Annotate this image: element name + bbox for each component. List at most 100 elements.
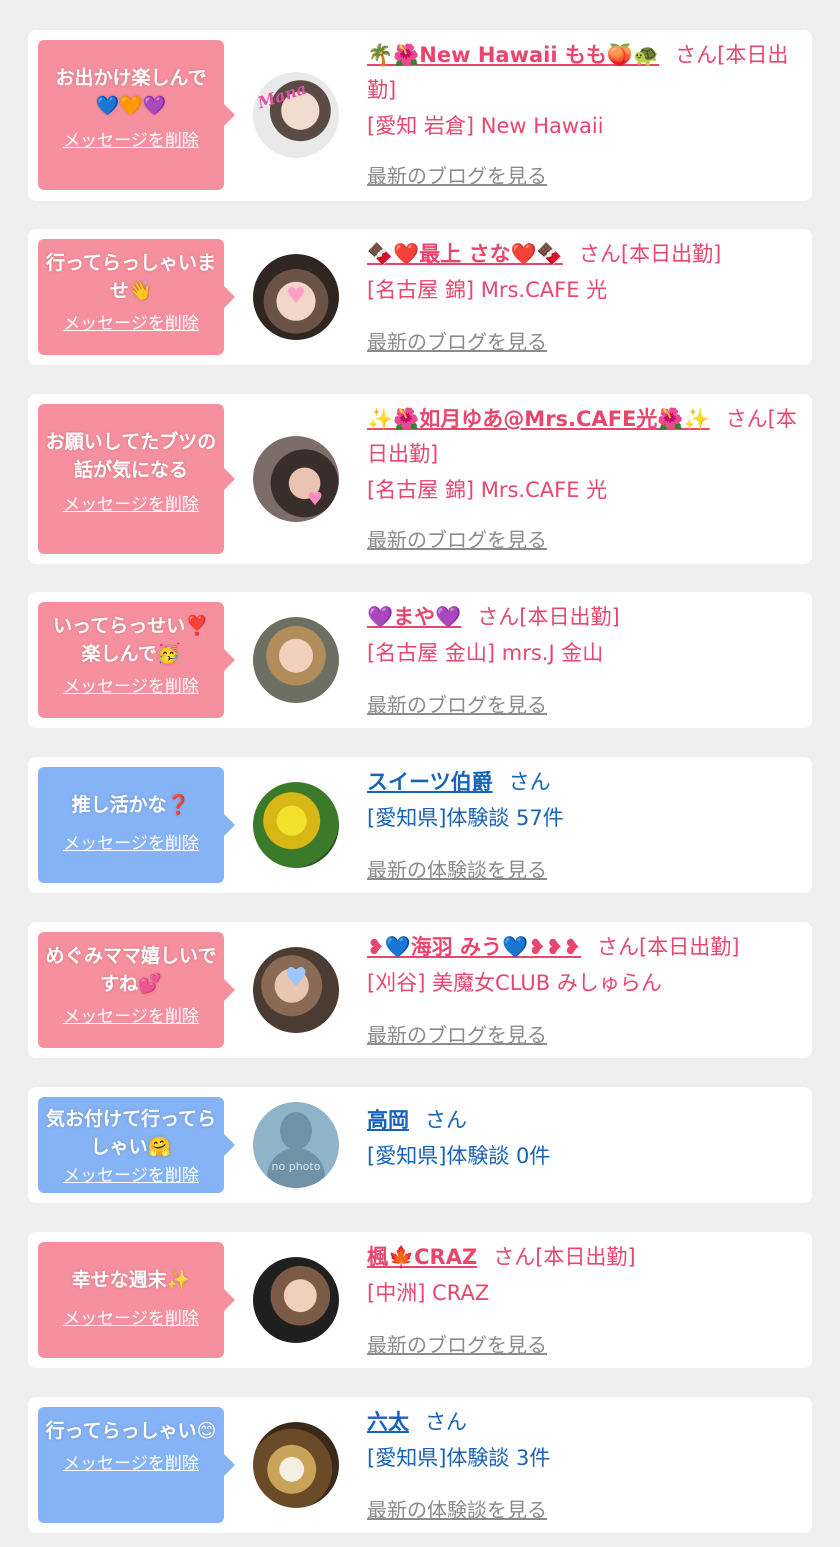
store-info: [愛知県]体験談 0件 bbox=[367, 1144, 551, 1168]
name-suffix: さん[本日出勤] bbox=[477, 605, 620, 629]
avatar-silhouette bbox=[280, 1112, 312, 1150]
user-info: 🍫❤️最上 さな❤️🍫 さん[本日出勤] [名古屋 錦] Mrs.CAFE 光 bbox=[367, 237, 797, 308]
store-info: [愛知県]体験談 3件 bbox=[367, 1446, 551, 1470]
user-info: ❥💙海羽 みう💙❥❥❥ さん[本日出勤] [刈谷] 美魔女CLUB みしゅらん bbox=[367, 930, 797, 1001]
message-card: 行ってらっしゃい😊 メッセージを削除 六太 さん [愛知県]体験談 3件 最新の体… bbox=[28, 1397, 812, 1533]
message-text: いってらっせい❣️楽しんで🥳 bbox=[53, 615, 209, 665]
profile-name-link[interactable]: 🍫❤️最上 さな❤️🍫 bbox=[367, 242, 563, 266]
name-line: 高岡 さん bbox=[367, 1103, 797, 1138]
message-bubble: 推し活かな❓ メッセージを削除 bbox=[38, 767, 235, 883]
user-info: 楓🍁CRAZ さん[本日出勤] [中洲] CRAZ bbox=[367, 1240, 797, 1311]
latest-blog-link[interactable]: 最新のブログを見る bbox=[367, 326, 547, 355]
avatar-logo-decoration: Mana bbox=[255, 78, 309, 113]
user-info: 💜まや💜 さん[本日出勤] [名古屋 金山] mrs.J 金山 bbox=[367, 600, 797, 671]
name-line: スイーツ伯爵 さん bbox=[367, 765, 797, 800]
message-bubble: いってらっせい❣️楽しんで🥳 メッセージを削除 bbox=[38, 602, 235, 718]
message-text: 行ってらっしゃいませ👋 bbox=[45, 252, 217, 302]
avatar[interactable]: ♥ bbox=[253, 947, 339, 1033]
name-line: 🌴🌺New Hawaii もも🍑🐢 さん[本日出勤] bbox=[367, 38, 797, 108]
delete-message-link[interactable]: メッセージを削除 bbox=[44, 1165, 218, 1187]
name-line: 楓🍁CRAZ さん[本日出勤] bbox=[367, 1240, 797, 1275]
profile-name-link[interactable]: 💜まや💜 bbox=[367, 605, 461, 629]
profile-name-link[interactable]: ❥💙海羽 みう💙❥❥❥ bbox=[367, 935, 581, 959]
message-card: 行ってらっしゃいませ👋 メッセージを削除 ♥ 🍫❤️最上 さな❤️🍫 さん[本日出… bbox=[28, 229, 812, 365]
user-info: 🌴🌺New Hawaii もも🍑🐢 さん[本日出勤] [愛知 岩倉] New Ha… bbox=[367, 38, 797, 144]
latest-review-link[interactable]: 最新の体験談を見る bbox=[367, 1494, 547, 1523]
store-info: [名古屋 錦] Mrs.CAFE 光 bbox=[367, 278, 608, 302]
name-suffix: さん bbox=[425, 1108, 467, 1132]
message-bubble: 行ってらっしゃいませ👋 メッセージを削除 bbox=[38, 239, 235, 355]
delete-message-link[interactable]: メッセージを削除 bbox=[44, 676, 218, 698]
message-text: 推し活かな❓ bbox=[71, 794, 191, 816]
name-line: 💜まや💜 さん[本日出勤] bbox=[367, 600, 797, 635]
name-line: ❥💙海羽 みう💙❥❥❥ さん[本日出勤] bbox=[367, 930, 797, 965]
user-info: 六太 さん [愛知県]体験談 3件 bbox=[367, 1405, 797, 1476]
avatar[interactable]: no photo bbox=[253, 1102, 339, 1188]
profile-name-link[interactable]: 高岡 bbox=[367, 1108, 409, 1132]
store-info: [刈谷] 美魔女CLUB みしゅらん bbox=[367, 971, 662, 995]
latest-blog-link[interactable]: 最新のブログを見る bbox=[367, 1019, 547, 1048]
message-card: 幸せな週末✨ メッセージを削除 楓🍁CRAZ さん[本日出勤] [中洲] CRAZ… bbox=[28, 1232, 812, 1368]
message-card: 気お付けて行ってらしゃい🤗 メッセージを削除 no photo 高岡 さん [愛知… bbox=[28, 1087, 812, 1203]
profile-name-link[interactable]: ✨🌺如月ゆあ@Mrs.CAFE光🌺✨ bbox=[367, 407, 710, 431]
message-text: 行ってらっしゃい😊 bbox=[45, 1420, 217, 1442]
message-list: お出かけ楽しんで💙🧡💜 メッセージを削除 Mana 🌴🌺New Hawaii も… bbox=[0, 0, 840, 1547]
avatar[interactable]: Mana bbox=[253, 72, 339, 158]
message-bubble: 気お付けて行ってらしゃい🤗 メッセージを削除 bbox=[38, 1097, 235, 1193]
heart-sticker-icon: ♥ bbox=[284, 963, 308, 993]
message-text: お願いしてたブツの話が気になる bbox=[45, 431, 217, 481]
message-text: 幸せな週末✨ bbox=[71, 1269, 191, 1291]
message-text: お出かけ楽しんで💙🧡💜 bbox=[55, 67, 207, 117]
avatar[interactable]: ♥ bbox=[253, 436, 339, 522]
message-bubble: お出かけ楽しんで💙🧡💜 メッセージを削除 bbox=[38, 40, 235, 190]
profile-name-link[interactable]: 🌴🌺New Hawaii もも🍑🐢 bbox=[367, 43, 659, 67]
avatar[interactable] bbox=[253, 1257, 339, 1343]
store-info: [愛知県]体験談 57件 bbox=[367, 806, 564, 830]
avatar[interactable] bbox=[253, 782, 339, 868]
name-line: 六太 さん bbox=[367, 1405, 797, 1440]
avatar[interactable]: ♥ bbox=[253, 254, 339, 340]
heart-sticker-icon: ♥ bbox=[306, 489, 324, 510]
latest-review-link[interactable]: 最新の体験談を見る bbox=[367, 854, 547, 883]
message-card: お願いしてたブツの話が気になる メッセージを削除 ♥ ✨🌺如月ゆあ@Mrs.CA… bbox=[28, 394, 812, 564]
message-card: めぐみママ嬉しいですね💕 メッセージを削除 ♥ ❥💙海羽 みう💙❥❥❥ さん[本日… bbox=[28, 922, 812, 1058]
user-info: ✨🌺如月ゆあ@Mrs.CAFE光🌺✨ さん[本日出勤] [名古屋 錦] Mrs.C… bbox=[367, 402, 797, 508]
name-suffix: さん[本日出勤] bbox=[597, 935, 740, 959]
store-info: [中洲] CRAZ bbox=[367, 1281, 490, 1305]
name-suffix: さん[本日出勤] bbox=[493, 1245, 636, 1269]
message-text: めぐみママ嬉しいですね💕 bbox=[45, 945, 217, 995]
name-suffix: さん[本日出勤] bbox=[578, 242, 722, 266]
delete-message-link[interactable]: メッセージを削除 bbox=[44, 1453, 218, 1475]
message-bubble: お願いしてたブツの話が気になる メッセージを削除 bbox=[38, 404, 235, 554]
store-info: [名古屋 金山] mrs.J 金山 bbox=[367, 641, 604, 665]
profile-name-link[interactable]: 六太 bbox=[367, 1410, 409, 1434]
profile-name-link[interactable]: 楓🍁CRAZ bbox=[367, 1245, 477, 1269]
delete-message-link[interactable]: メッセージを削除 bbox=[44, 494, 218, 516]
name-line: ✨🌺如月ゆあ@Mrs.CAFE光🌺✨ さん[本日出勤] bbox=[367, 402, 797, 472]
profile-name-link[interactable]: スイーツ伯爵 bbox=[367, 770, 493, 794]
name-line: 🍫❤️最上 さな❤️🍫 さん[本日出勤] bbox=[367, 237, 797, 272]
heart-sticker-icon: ♥ bbox=[286, 284, 306, 309]
delete-message-link[interactable]: メッセージを削除 bbox=[44, 313, 218, 335]
delete-message-link[interactable]: メッセージを削除 bbox=[44, 833, 218, 855]
latest-blog-link[interactable]: 最新のブログを見る bbox=[367, 1329, 547, 1358]
latest-blog-link[interactable]: 最新のブログを見る bbox=[367, 160, 547, 189]
avatar[interactable] bbox=[253, 1422, 339, 1508]
message-card: 推し活かな❓ メッセージを削除 スイーツ伯爵 さん [愛知県]体験談 57件 最新… bbox=[28, 757, 812, 893]
message-card: いってらっせい❣️楽しんで🥳 メッセージを削除 💜まや💜 さん[本日出勤] [名古… bbox=[28, 592, 812, 728]
message-bubble: めぐみママ嬉しいですね💕 メッセージを削除 bbox=[38, 932, 235, 1048]
user-info: 高岡 さん [愛知県]体験談 0件 bbox=[367, 1103, 797, 1174]
store-info: [名古屋 錦] Mrs.CAFE 光 bbox=[367, 478, 608, 502]
name-suffix: さん bbox=[508, 770, 551, 794]
message-bubble: 幸せな週末✨ メッセージを削除 bbox=[38, 1242, 235, 1358]
avatar[interactable] bbox=[253, 617, 339, 703]
message-text: 気お付けて行ってらしゃい🤗 bbox=[45, 1108, 217, 1158]
avatar-placeholder-text: no photo bbox=[271, 1160, 321, 1173]
delete-message-link[interactable]: メッセージを削除 bbox=[44, 130, 218, 152]
latest-blog-link[interactable]: 最新のブログを見る bbox=[367, 524, 547, 553]
latest-blog-link[interactable]: 最新のブログを見る bbox=[367, 689, 547, 718]
name-suffix: さん bbox=[425, 1410, 467, 1434]
delete-message-link[interactable]: メッセージを削除 bbox=[44, 1308, 218, 1330]
delete-message-link[interactable]: メッセージを削除 bbox=[44, 1006, 218, 1028]
message-bubble: 行ってらっしゃい😊 メッセージを削除 bbox=[38, 1407, 235, 1523]
